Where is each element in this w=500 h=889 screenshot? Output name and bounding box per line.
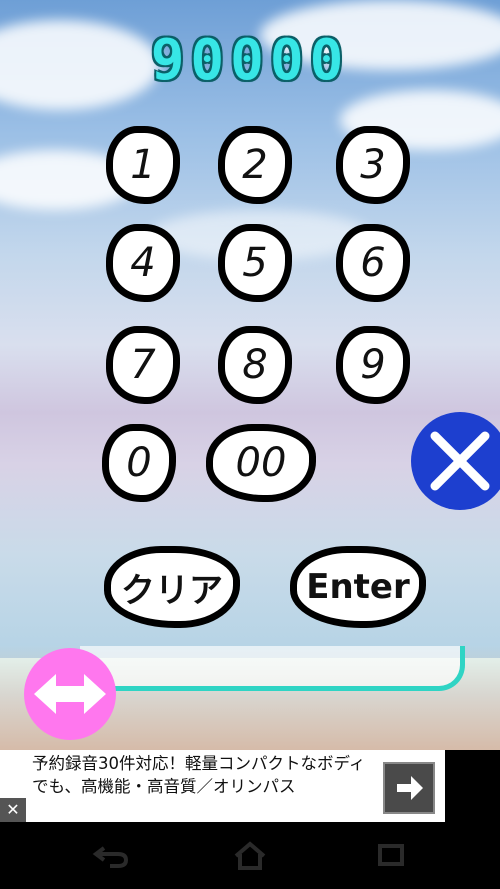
back-icon [92,846,129,868]
recent-apps-button[interactable] [370,840,410,870]
system-nav-bar [0,822,500,889]
close-button[interactable] [411,412,500,510]
key-1[interactable]: 1 [106,126,180,204]
ad-arrow-button[interactable] [383,762,435,814]
key-9[interactable]: 9 [336,326,410,404]
home-button[interactable] [230,840,270,870]
game-scene: 90000 1 2 3 4 5 6 7 8 9 0 00 クリア Enter [0,0,500,750]
key-0[interactable]: 0 [102,424,176,502]
close-x-icon [430,431,490,491]
back-button[interactable] [92,840,132,870]
key-5[interactable]: 5 [218,224,292,302]
left-right-arrow-icon [34,674,106,714]
key-3[interactable]: 3 [336,126,410,204]
home-icon [234,841,266,870]
swap-button[interactable] [24,648,116,740]
key-00[interactable]: 00 [206,424,316,502]
right-arrow-icon [397,776,423,800]
key-2[interactable]: 2 [218,126,292,204]
recent-apps-icon [378,844,404,866]
key-8[interactable]: 8 [218,326,292,404]
clear-button[interactable]: クリア [104,546,240,628]
key-7[interactable]: 7 [106,326,180,404]
ad-banner[interactable]: 予約録音30件対応！軽量コンパクトなボディでも、高機能・高音質／オリンパス [0,750,445,822]
ad-text: 予約録音30件対応！軽量コンパクトなボディでも、高機能・高音質／オリンパス [32,754,366,796]
ad-close-button[interactable]: ✕ [0,798,26,822]
key-6[interactable]: 6 [336,224,410,302]
key-4[interactable]: 4 [106,224,180,302]
score-display: 90000 [150,28,350,93]
enter-button[interactable]: Enter [290,546,426,628]
track-rail [80,646,465,691]
